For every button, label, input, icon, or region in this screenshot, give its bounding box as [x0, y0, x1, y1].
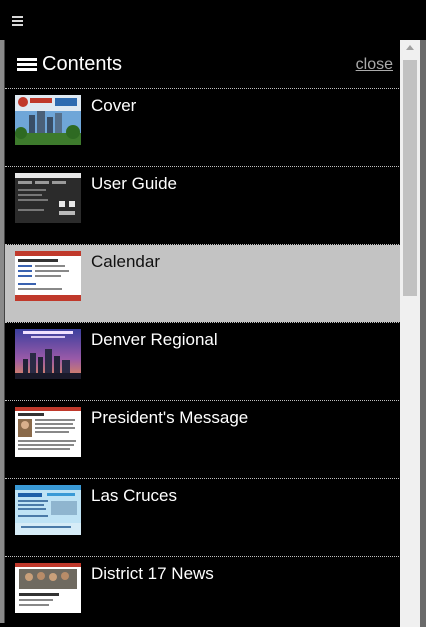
toc-item-label: Denver Regional	[91, 330, 218, 349]
district-17-news-thumbnail	[15, 563, 81, 613]
calendar-thumbnail	[15, 251, 81, 301]
cover-thumbnail	[15, 95, 81, 145]
hamburger-menu-icon[interactable]	[12, 16, 23, 26]
denver-regional-thumbnail	[15, 329, 81, 379]
toc-item-presidents-message[interactable]: President's Message	[5, 401, 401, 478]
close-link[interactable]: close	[356, 56, 393, 74]
toc-item-denver-regional[interactable]: Denver Regional	[5, 323, 401, 400]
toc-item-district-17-news[interactable]: District 17 News	[5, 557, 401, 623]
toc-item-label: User Guide	[91, 174, 177, 193]
toc-item-label: President's Message	[91, 408, 249, 427]
contents-header: Contents close	[5, 40, 401, 88]
toc-item-label: Las Cruces	[91, 486, 177, 505]
toc-item-user-guide[interactable]: User Guide	[5, 167, 401, 244]
scroll-up-arrow-icon[interactable]	[400, 40, 420, 56]
top-bar	[0, 0, 426, 40]
toc-item-las-cruces[interactable]: Las Cruces	[5, 479, 401, 556]
contents-title: Contents	[42, 53, 123, 75]
toc-item-label: District 17 News	[91, 564, 214, 583]
toc-item-label: Calendar	[91, 252, 160, 271]
backdrop-edge	[420, 40, 426, 627]
user-guide-thumbnail	[15, 173, 81, 223]
scrollbar-thumb[interactable]	[403, 60, 417, 296]
las-cruces-thumbnail	[15, 485, 81, 535]
toc-item-label: Cover	[91, 96, 137, 115]
presidents-message-thumbnail	[15, 407, 81, 457]
contents-panel: Contents close Cover User Guide Calendar…	[4, 40, 401, 623]
toc-item-calendar[interactable]: Calendar	[5, 245, 401, 322]
toc-item-cover[interactable]: Cover	[5, 89, 401, 166]
list-icon	[17, 58, 37, 72]
scrollbar[interactable]	[400, 40, 420, 627]
